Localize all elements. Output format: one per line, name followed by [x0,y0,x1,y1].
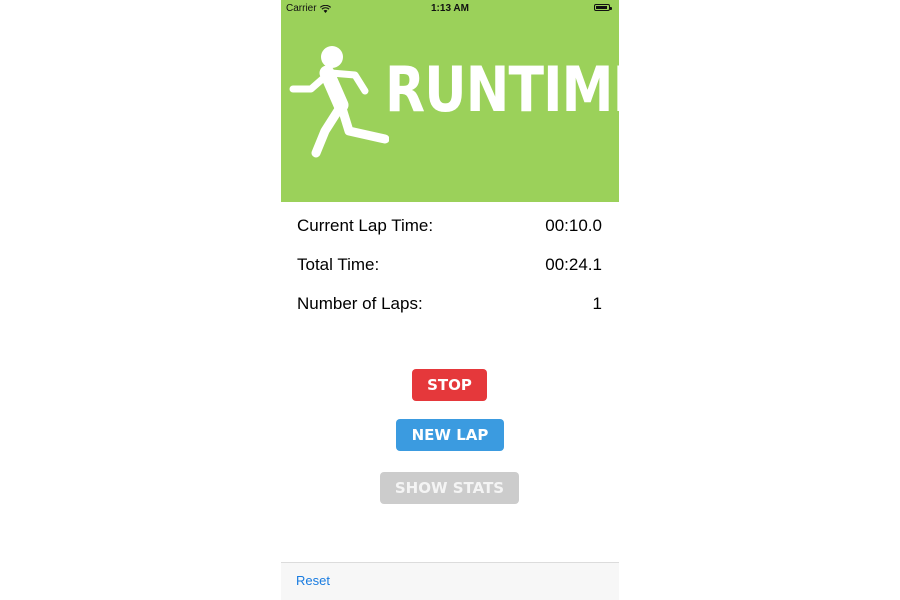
total-time-label: Total Time: [297,255,380,274]
current-lap-time-label: Current Lap Time: [297,216,434,235]
new-lap-button[interactable]: NEW LAP [396,419,504,451]
bottom-toolbar: Reset [281,562,619,600]
status-bar: Carrier 1:13 AM [281,0,619,17]
header-banner: RUNTIME [281,17,619,202]
total-time-value: 00:24.1 [545,255,602,274]
number-of-laps-row: Number of Laps: 1 [297,294,602,316]
current-lap-time-value: 00:10.0 [545,216,602,235]
app-screen: Carrier 1:13 AM RUNTIM Current Lap Time:… [281,0,619,600]
total-time-row: Total Time: 00:24.1 [297,255,602,277]
number-of-laps-label: Number of Laps: [297,294,423,313]
current-lap-time-row: Current Lap Time: 00:10.0 [297,216,602,238]
number-of-laps-value: 1 [592,294,602,313]
show-stats-button[interactable]: SHOW STATS [380,472,519,504]
app-logo-text: RUNTIME [385,53,619,126]
reset-button[interactable]: Reset [296,573,330,588]
status-time: 1:13 AM [431,3,469,14]
running-man-icon [289,46,389,158]
battery-icon [594,4,612,11]
stop-button[interactable]: STOP [412,369,487,401]
